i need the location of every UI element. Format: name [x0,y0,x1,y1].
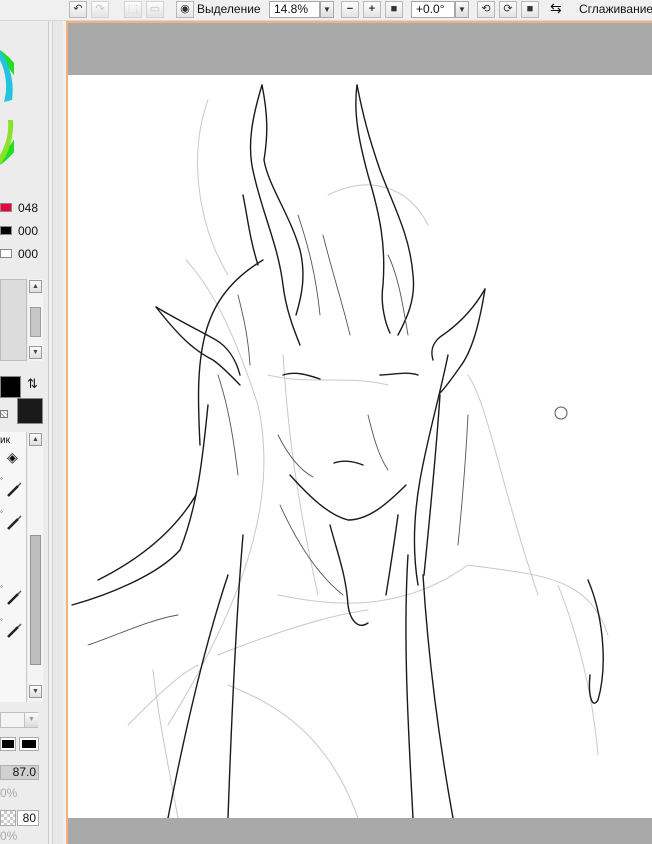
canvas-background-top [68,23,652,75]
texture-preview[interactable] [0,810,16,826]
brush-icon [7,482,22,497]
opacity-field[interactable]: 87.0 [0,765,39,780]
eraser-icon[interactable]: ◈ [7,449,18,466]
red-swatch [0,203,12,212]
percent-field-2[interactable]: 0% [0,829,18,844]
panel-splitter[interactable] [52,0,63,844]
chevron-down-icon[interactable]: ▼ [455,1,469,18]
tool-list: ик ◈ ◦ [0,432,27,702]
size-value: 80 [22,811,36,825]
brush-icon [7,590,22,605]
rotation-value: +0.0° [416,2,445,16]
scroll-thumb[interactable] [30,307,41,337]
deselect-icon[interactable]: ⬚ [124,1,142,18]
eye-icon[interactable]: ◉ [176,1,194,18]
background-color[interactable] [17,398,43,424]
color-scratch-area[interactable] [0,279,27,361]
scroll-up-icon[interactable]: ▲ [29,433,42,446]
view-label: Выделение [197,2,261,16]
foreground-color[interactable] [0,376,21,398]
chevron-down-icon[interactable]: ▼ [320,1,334,18]
blue-swatch [0,249,12,258]
redo-icon[interactable]: ↷ [91,1,109,18]
reset-rotation-icon[interactable]: ■ [521,1,539,18]
zoom-out-icon[interactable]: − [341,1,359,18]
zoom-value: 14.8% [274,2,309,16]
color-row-blue[interactable]: 000 [0,246,48,262]
opacity-value: 87.0 [12,765,36,779]
brush-slot-4[interactable]: ◦ [0,615,25,645]
blue-value: 000 [18,247,39,261]
zoom-select[interactable]: 14.8% [269,1,320,18]
scroll-down-icon[interactable]: ▼ [29,685,42,698]
rotate-right-icon[interactable]: ⟳ [499,1,517,18]
color-wheel[interactable] [0,40,14,170]
top-toolbar: ↶ ↷ ⬚ ▭ ◉ Выделение 14.8% ▼ − + ■ +0.0° … [0,0,652,21]
green-swatch [0,226,12,235]
brush-slot-1[interactable]: ◦ [0,474,25,504]
smoothing-label: Сглаживание [579,2,652,16]
color-scroll[interactable]: ▲ ▼ [28,279,43,361]
scroll-thumb[interactable] [30,535,41,665]
transparent-color-icon[interactable] [0,410,8,418]
shape-button-2[interactable] [19,737,39,751]
color-row-red[interactable]: 048 [0,200,48,216]
pen-icon [7,623,22,638]
color-row-green[interactable]: 000 [0,223,48,239]
canvas-background-bottom [68,818,652,844]
clear-icon[interactable]: ▭ [146,1,164,18]
pen-icon [7,515,22,530]
zoom-in-icon[interactable]: + [363,1,381,18]
left-tool-panel: 048 000 000 ▲ ▼ ⇅ ик ◈ ◦ ◦ ◦ ◦ ▲ ▼ ▼ 87.… [0,0,49,844]
sketch-canvas[interactable] [68,75,652,818]
swap-colors-icon[interactable]: ⇅ [27,376,38,392]
scroll-up-icon[interactable]: ▲ [29,280,42,293]
rotation-select[interactable]: +0.0° [411,1,455,18]
red-value: 048 [18,201,39,215]
brush-slot-3[interactable]: ◦ [0,582,25,612]
tool-label: ик [0,435,10,446]
green-value: 000 [18,224,39,238]
size-field[interactable]: 80 [17,810,39,826]
brush-cursor [554,406,568,420]
shape-button-1[interactable] [0,737,16,751]
percent-value: 0% [0,786,18,800]
scroll-down-icon[interactable]: ▼ [29,346,42,359]
brush-slot-2[interactable]: ◦ [0,507,25,537]
reset-zoom-icon[interactable]: ■ [385,1,403,18]
tool-list-scroll[interactable]: ▲ ▼ [28,432,43,702]
rotate-left-icon[interactable]: ⟲ [477,1,495,18]
percent-value-2: 0% [0,829,18,843]
percent-field[interactable]: 0% [0,786,18,801]
chevron-down-icon[interactable]: ▼ [24,713,38,727]
undo-icon[interactable]: ↶ [69,1,87,18]
flip-icon[interactable]: ⇆ [550,1,562,16]
